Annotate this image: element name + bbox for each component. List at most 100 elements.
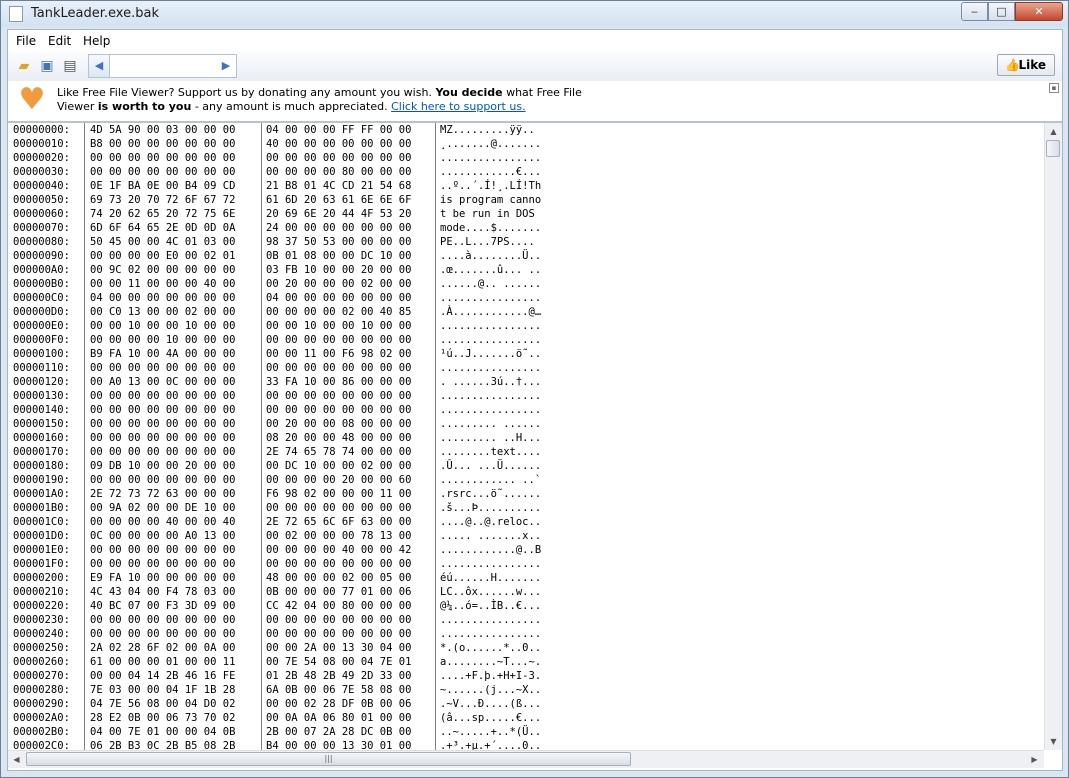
hex-offset: 000002C0: [13,740,70,750]
toolbar: ▰ ▣ ▤ ◀ ▶ 👍 Like [8,52,1062,82]
hex-offset: 00000270: [13,670,70,682]
hex-bytes-right: 00 00 00 00 00 00 00 00 [266,628,412,640]
hex-bytes-left: 00 00 00 00 00 00 00 00 [90,362,236,374]
banner-close-icon[interactable]: ▪ [1049,83,1059,93]
ascii-text: ............€... [440,166,542,178]
hex-offset: 00000110: [13,362,70,374]
hex-offset: 00000140: [13,404,70,416]
back-icon[interactable]: ◀ [89,55,110,77]
hex-view[interactable]: 00000000: 4D 5A 90 00 03 00 00 00 04 00 00… [8,123,1033,750]
scroll-down-icon[interactable]: ▼ [1045,733,1062,750]
ascii-text: ..~.....+..*(Ü.. [440,726,542,738]
hex-offset: 00000160: [13,432,70,444]
hex-offset: 000000B0: [13,278,70,290]
ascii-text: .š...Þ.......... [440,502,542,514]
hex-bytes-right: 00 DC 10 00 00 02 00 00 [266,460,412,472]
hex-offset: 00000170: [13,446,70,458]
window-title: TankLeader.exe.bak [31,6,159,21]
ascii-text: ....+F.þ.+H+I-3. [440,670,542,682]
horizontal-scroll-thumb[interactable]: ||| [26,752,631,766]
forward-icon[interactable]: ▶ [216,55,236,77]
hex-bytes-left: 7E 03 00 00 04 1F 1B 28 [90,684,236,696]
hex-bytes-right: 00 00 2A 00 13 30 04 00 [266,642,412,654]
client-area: File Edit Help ▰ ▣ ▤ ◀ ▶ 👍 Like ♥ Like F… [7,29,1063,771]
ascii-text: a........~T...~. [440,656,542,668]
print-icon[interactable]: ▤ [59,55,81,77]
hex-bytes-right: 61 6D 20 63 61 6E 6E 6F [266,194,412,206]
hex-bytes-right: B4 00 00 00 13 30 01 00 [266,740,412,750]
hex-bytes-right: 03 FB 10 00 00 20 00 00 [266,264,412,276]
maximize-button[interactable]: □ [988,2,1015,21]
hex-bytes-left: 00 00 00 00 00 00 00 00 [90,446,236,458]
close-button[interactable]: ✕ [1015,2,1063,21]
ascii-text: .Û... ...Ü...... [440,460,542,472]
hex-offset: 00000070: [13,222,70,234]
hex-bytes-left: 74 20 62 65 20 72 75 6E [90,208,236,220]
scroll-left-icon[interactable]: ◀ [8,751,25,768]
hex-bytes-right: 98 37 50 53 00 00 00 00 [266,236,412,248]
hex-bytes-left: 00 00 11 00 00 00 40 00 [90,278,236,290]
hex-offset: 00000280: [13,684,70,696]
hex-bytes-left: B8 00 00 00 00 00 00 00 [90,138,236,150]
ascii-text: ................ [440,334,542,346]
ascii-text: ................ [440,390,542,402]
ascii-text: .À............@… [440,306,542,318]
hex-bytes-right: 21 B8 01 4C CD 21 54 68 [266,180,412,192]
support-link[interactable]: Click here to support us. [391,100,525,113]
hex-bytes-right: CC 42 04 00 80 00 00 00 [266,600,412,612]
ascii-text: ¸.......@....... [440,138,542,150]
hex-offset: 00000240: [13,628,70,640]
menu-edit[interactable]: Edit [48,34,71,48]
hex-bytes-left: 00 00 00 00 00 00 00 00 [90,628,236,640]
ascii-text: ................ [440,152,542,164]
scroll-up-icon[interactable]: ▲ [1045,123,1062,140]
hex-bytes-right: 04 00 00 00 FF FF 00 00 [266,124,412,136]
save-icon[interactable]: ▣ [36,55,58,77]
title-bar[interactable]: TankLeader.exe.bak ‒ □ ✕ [1,1,1068,27]
column-separator [435,123,436,750]
hex-bytes-right: 00 00 00 00 02 00 40 85 [266,306,412,318]
hex-offset: 00000000: [13,124,70,136]
menu-help[interactable]: Help [83,34,110,48]
hex-offset: 000001E0: [13,544,70,556]
minimize-button[interactable]: ‒ [961,2,988,21]
hex-bytes-left: 04 00 7E 01 00 00 04 0B [90,726,236,738]
hex-offset: 00000010: [13,138,70,150]
like-button[interactable]: 👍 Like [997,54,1055,76]
hex-bytes-left: 04 7E 56 08 00 04 D0 02 [90,698,236,710]
scroll-right-icon[interactable]: ▶ [1026,751,1043,768]
hex-bytes-right: 33 FA 10 00 86 00 00 00 [266,376,412,388]
ascii-text: ................ [440,614,542,626]
hex-bytes-left: 00 00 00 00 00 00 00 00 [90,390,236,402]
ascii-text: ......... ..H... [440,432,542,444]
vertical-scrollbar[interactable]: ▲ ▼ [1044,123,1062,750]
horizontal-scrollbar[interactable]: ◀ ||| ▶ [8,750,1044,768]
banner-text: Like Free File Viewer? Support us by don… [57,86,657,114]
ascii-text: ..º..´.Í!¸.LÍ!Th [440,180,542,192]
ascii-text: ~......(j...~X.. [440,684,542,696]
hex-offset: 00000090: [13,250,70,262]
hex-bytes-right: 48 00 00 00 02 00 05 00 [266,572,412,584]
hex-bytes-right: 00 00 00 00 00 00 00 00 [266,152,412,164]
hex-offset: 00000200: [13,572,70,584]
hex-bytes-left: 2E 72 73 72 63 00 00 00 [90,488,236,500]
open-folder-icon[interactable]: ▰ [13,55,35,77]
thumbs-up-icon: 👍 [1005,58,1020,72]
ascii-text: ........text.... [440,446,542,458]
like-label: Like [1018,58,1046,72]
hex-bytes-left: 00 00 00 00 00 00 00 00 [90,152,236,164]
ascii-text: ............ ..` [440,474,542,486]
hex-offset: 000001B0: [13,502,70,514]
hex-offset: 00000230: [13,614,70,626]
ascii-text: ................ [440,558,542,570]
hex-offset: 00000030: [13,166,70,178]
menu-file[interactable]: File [16,34,36,48]
ascii-text: mode....$....... [440,222,542,234]
hex-offset: 00000100: [13,348,70,360]
ascii-text: .œ.......û... .. [440,264,542,276]
heart-plus-icon: ♥ [18,82,46,117]
hex-bytes-left: 00 00 00 00 00 00 00 00 [90,614,236,626]
navigation-group: ◀ ▶ [88,54,237,78]
vertical-scroll-thumb[interactable] [1046,140,1060,157]
donation-banner: ♥ Like Free File Viewer? Support us by d… [8,81,1062,123]
